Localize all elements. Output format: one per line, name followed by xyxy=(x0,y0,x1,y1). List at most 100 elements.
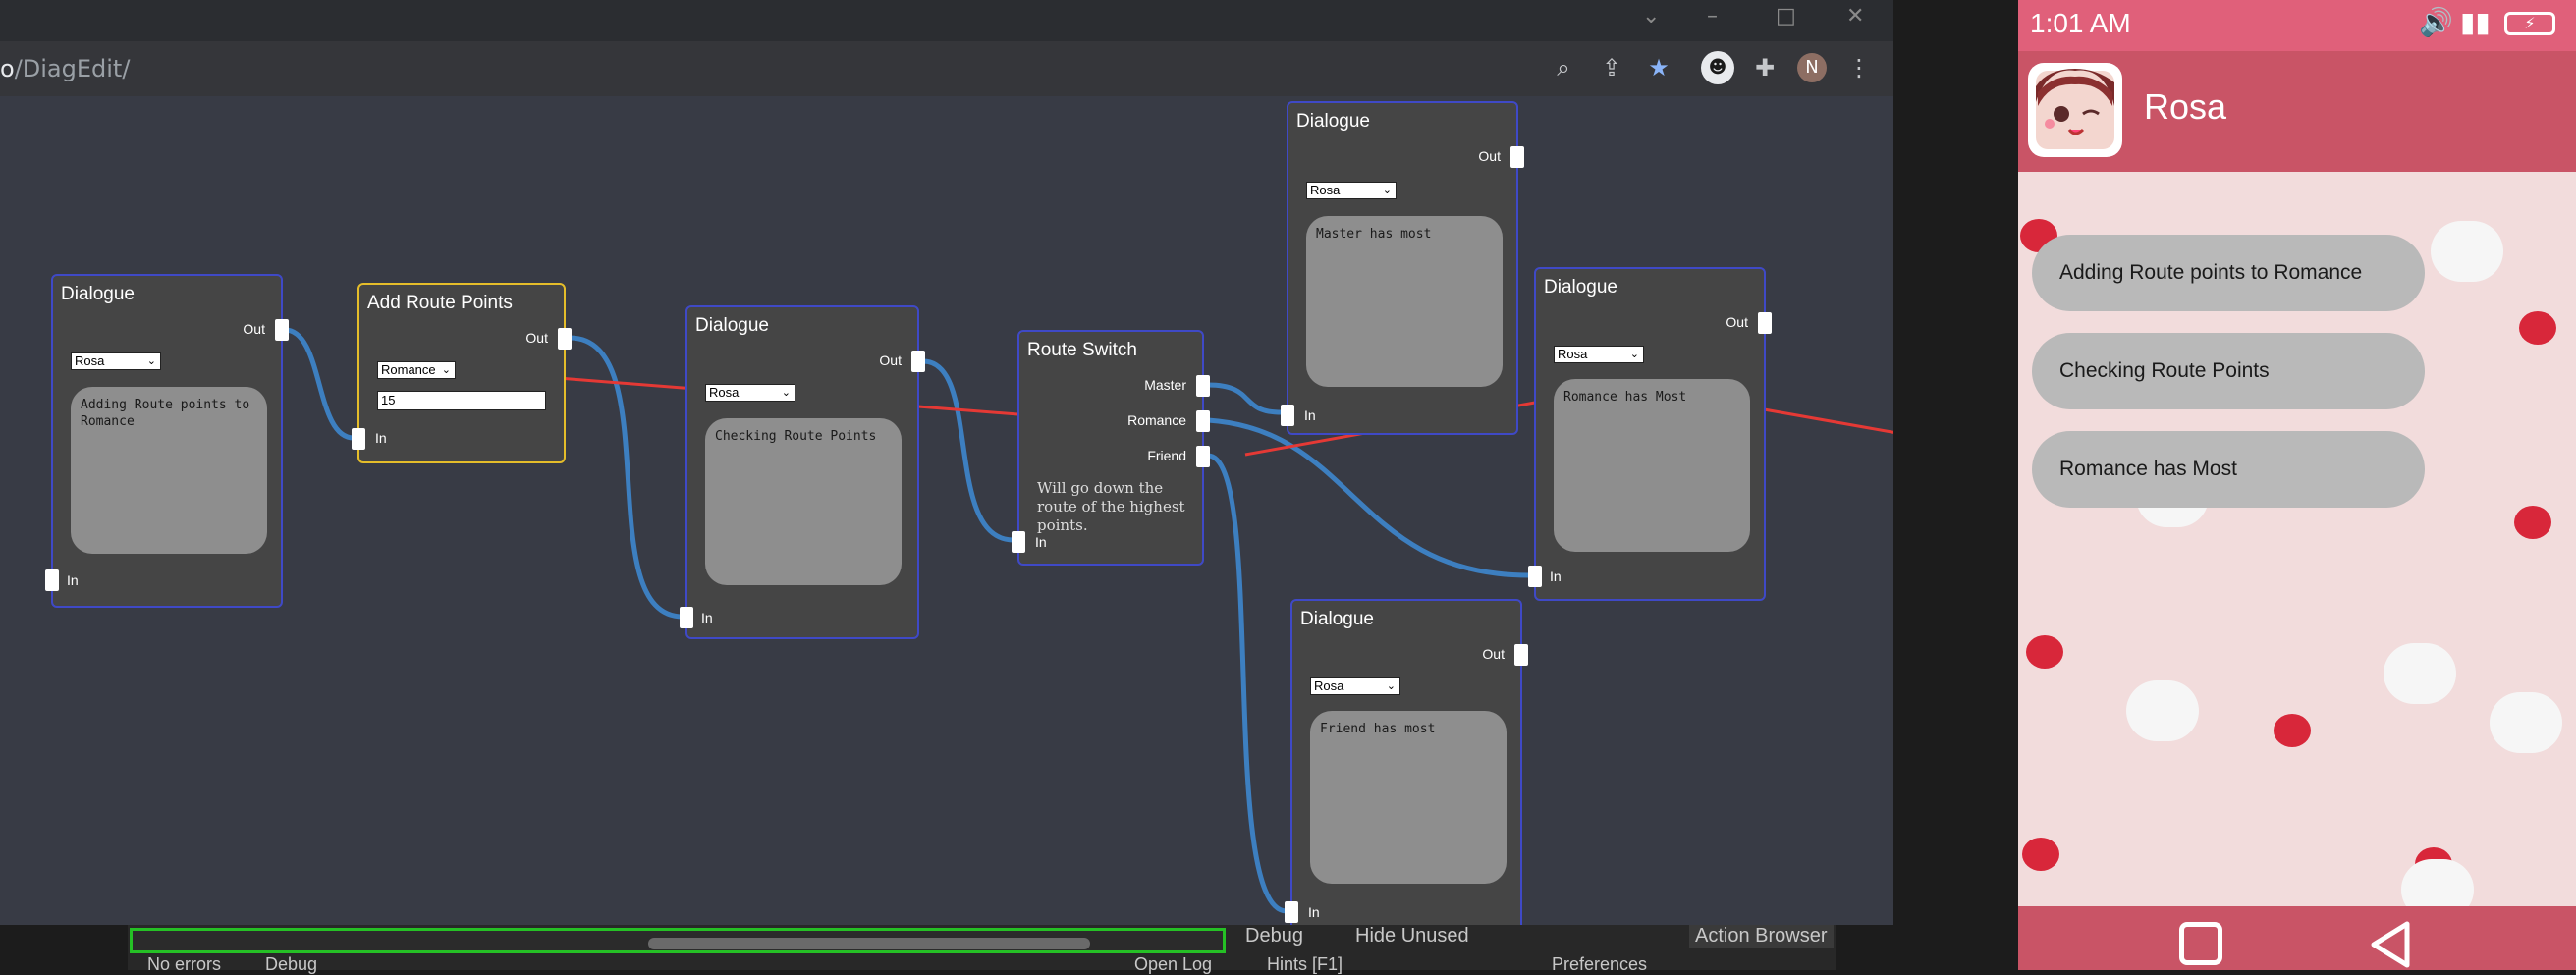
romance-label: Romance xyxy=(1127,412,1186,428)
in-label: In xyxy=(701,610,713,625)
out-label: Out xyxy=(879,352,902,368)
speaker-select[interactable]: Rosa ⌄ xyxy=(1554,346,1644,363)
friend-label: Friend xyxy=(1147,448,1186,463)
out-port[interactable] xyxy=(911,351,925,372)
extension-icon[interactable]: ✚ xyxy=(1748,51,1781,84)
out-label: Out xyxy=(1478,148,1501,164)
in-port[interactable] xyxy=(1528,566,1542,587)
add-route-points-node[interactable]: Add Route Points Out Romance ⌄ 15 In xyxy=(352,283,572,463)
node-title: Route Switch xyxy=(1027,340,1137,360)
battery-icon: ⚡ xyxy=(2504,12,2555,35)
close-icon[interactable]: ✕ xyxy=(1846,4,1864,28)
menu-icon[interactable]: ⋮ xyxy=(1842,51,1876,84)
in-label: In xyxy=(1550,569,1562,584)
hints-button[interactable]: Hints [F1] xyxy=(1267,954,1343,975)
out-port[interactable] xyxy=(1514,644,1528,666)
out-label: Out xyxy=(1726,314,1748,330)
star-icon[interactable]: ★ xyxy=(1642,51,1675,84)
out-port[interactable] xyxy=(1758,312,1772,334)
url-text[interactable]: o/DiagEdit/ xyxy=(0,55,130,82)
home-icon[interactable] xyxy=(2179,922,2222,965)
address-bar[interactable]: o/DiagEdit/ ⌕ ⇪ ★ ☻ ✚ N ⋮ xyxy=(0,41,1893,96)
tab-dropdown-icon[interactable]: ⌄ xyxy=(1642,4,1660,28)
points-input[interactable]: 15 xyxy=(377,391,546,410)
out-label: Out xyxy=(243,321,265,337)
scrollbar-thumb[interactable] xyxy=(648,938,1090,949)
contact-name: Rosa xyxy=(2144,86,2227,127)
action-browser-button[interactable]: Action Browser xyxy=(1689,925,1834,948)
dialogue-textarea[interactable]: Romance has Most xyxy=(1554,379,1750,552)
node-title: Add Route Points xyxy=(367,293,513,313)
clock: 1:01 AM xyxy=(2030,8,2131,38)
heart-decoration xyxy=(2514,506,2551,539)
wire-master-to-dialogue-master xyxy=(1207,382,1283,415)
speaker-select[interactable]: Rosa ⌄ xyxy=(1310,677,1400,695)
in-port[interactable] xyxy=(45,569,59,591)
out-label: Out xyxy=(525,330,548,346)
app-header: Rosa xyxy=(2018,51,2576,172)
heart-decoration xyxy=(2022,838,2059,871)
wire-friend-to-dialogue-friend xyxy=(1207,453,1288,914)
dialogue-textarea[interactable]: Master has most xyxy=(1306,216,1503,387)
in-port[interactable] xyxy=(352,428,365,450)
in-label: In xyxy=(375,430,387,446)
heart-decoration xyxy=(2274,714,2311,747)
open-log-button[interactable]: Open Log xyxy=(1134,954,1212,975)
message-bubble: Romance has Most xyxy=(2032,431,2425,508)
message-bubble: Adding Route points to Romance xyxy=(2032,235,2425,311)
dialogue-node-romance[interactable]: Dialogue Out Rosa ⌄ Romance has Most In xyxy=(1528,267,1772,601)
cat-decoration xyxy=(2384,643,2456,704)
speaker-select[interactable]: Rosa ⌄ xyxy=(71,352,161,370)
out-port[interactable] xyxy=(1510,146,1524,168)
signal-icon: ▮▮ xyxy=(2460,6,2491,38)
route-select[interactable]: Romance ⌄ xyxy=(377,361,456,379)
node-title: Dialogue xyxy=(61,284,135,304)
speaker-select[interactable]: Rosa ⌄ xyxy=(1306,182,1397,199)
in-port[interactable] xyxy=(1285,901,1298,923)
chat-area[interactable]: Adding Route points to Romance Checking … xyxy=(2018,172,2576,906)
route-switch-node[interactable]: Route Switch Master Romance Friend Will … xyxy=(1012,330,1210,566)
zoom-icon[interactable]: ⌕ xyxy=(1547,51,1580,84)
out-port[interactable] xyxy=(558,328,572,350)
maximize-icon[interactable]: □ xyxy=(1776,4,1796,28)
out-port[interactable] xyxy=(275,319,289,341)
in-label: In xyxy=(67,572,79,588)
status-bar: 1:01 AM 🔊 ▮▮ ⚡ xyxy=(2018,0,2576,51)
dialogue-node-2[interactable]: Dialogue Out Rosa ⌄ Checking Route Points… xyxy=(680,305,925,639)
dialogue-node-1[interactable]: Dialogue Out Rosa ⌄ Adding Route points t… xyxy=(45,274,289,608)
hide-unused-toggle[interactable]: Hide Unused xyxy=(1355,925,1469,948)
debug-toggle[interactable]: Debug xyxy=(1245,925,1303,948)
cat-decoration xyxy=(2401,859,2474,906)
dialogue-textarea[interactable]: Friend has most xyxy=(1310,711,1507,884)
in-port[interactable] xyxy=(680,607,693,628)
wire-romance-to-dialogue-romance xyxy=(1207,417,1530,578)
in-port[interactable] xyxy=(1012,531,1025,553)
romance-port[interactable] xyxy=(1196,410,1210,432)
avatar[interactable] xyxy=(2028,63,2122,157)
profile-avatar-icon[interactable]: N xyxy=(1797,53,1827,82)
speaker-select[interactable]: Rosa ⌄ xyxy=(705,384,795,402)
extension-avatar-icon[interactable]: ☻ xyxy=(1701,51,1734,84)
master-port[interactable] xyxy=(1196,375,1210,397)
dialogue-textarea[interactable]: Checking Route Points xyxy=(705,418,902,585)
node-title: Dialogue xyxy=(1296,111,1370,132)
in-label: In xyxy=(1304,407,1316,423)
node-graph-canvas[interactable]: Dialogue Out Rosa ⌄ Adding Route points t… xyxy=(0,96,1893,933)
cat-decoration xyxy=(2126,680,2199,741)
friend-port[interactable] xyxy=(1196,446,1210,467)
back-icon[interactable] xyxy=(2366,920,2415,969)
in-port[interactable] xyxy=(1281,405,1294,426)
debug-dropdown[interactable]: Debug xyxy=(265,954,317,975)
dialogue-textarea[interactable]: Adding Route points to Romance xyxy=(71,387,267,554)
minimize-icon[interactable]: – xyxy=(1707,4,1718,28)
dialogue-node-friend[interactable]: Dialogue Out Rosa ⌄ Friend has most In xyxy=(1285,599,1528,933)
preferences-button[interactable]: Preferences xyxy=(1552,954,1647,975)
share-icon[interactable]: ⇪ xyxy=(1595,51,1628,84)
out-label: Out xyxy=(1482,646,1505,662)
dialogue-node-master[interactable]: Dialogue Out Rosa ⌄ Master has most In xyxy=(1281,101,1524,435)
wire-dialogue2-to-switch xyxy=(922,358,1014,543)
node-title: Dialogue xyxy=(1300,609,1374,629)
title-bar: ⌄ – □ ✕ xyxy=(0,0,1893,41)
cat-decoration xyxy=(2490,692,2562,753)
node-title: Dialogue xyxy=(1544,277,1617,298)
